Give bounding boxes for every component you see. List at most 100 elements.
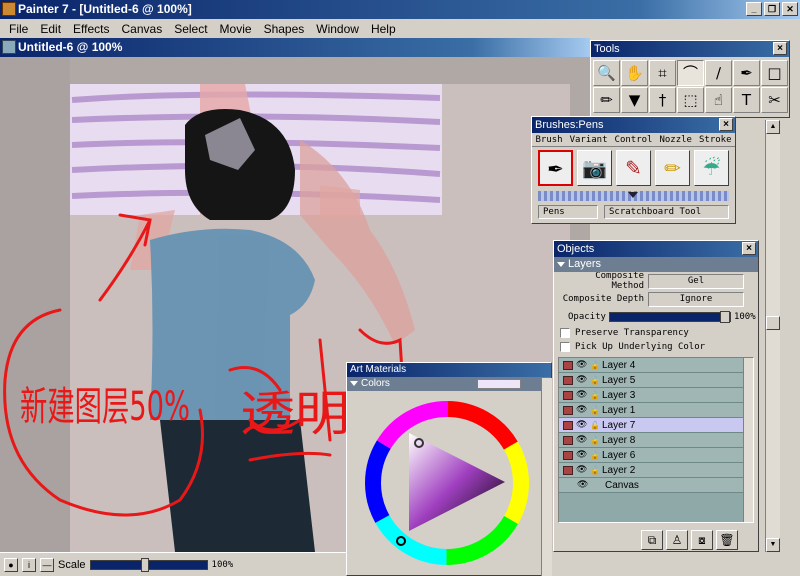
menubar: File Edit Effects Canvas Select Movie Sh… [0, 19, 800, 38]
magnifier-icon[interactable]: 🔍 [593, 60, 620, 86]
lock-icon: 🔓 [590, 375, 600, 385]
menu-canvas[interactable]: Canvas [117, 22, 168, 36]
scroll-up-icon[interactable]: ▲ [766, 120, 780, 134]
tracing-paper-icon[interactable]: — [40, 557, 54, 572]
layer-thumb-icon [563, 420, 573, 430]
saturation-value-triangle [409, 433, 505, 531]
crop-icon[interactable]: ⌗ [649, 60, 676, 86]
composite-depth-select[interactable]: Ignore [648, 291, 744, 307]
new-layer-icon[interactable]: ⧇ [691, 530, 713, 550]
layer-adjuster-icon[interactable]: ☝ [705, 87, 732, 113]
current-variant-name[interactable]: Scratchboard Tool [604, 205, 729, 219]
layer-row[interactable]: 👁 🔓 Layer 2 [559, 463, 753, 478]
delete-layer-icon[interactable]: 🗑 [716, 530, 738, 550]
menu-effects[interactable]: Effects [68, 22, 114, 36]
dropper-icon[interactable]: † [649, 87, 676, 113]
document-vscroll[interactable]: ▲ ▼ [765, 120, 780, 552]
preserve-transparency-checkbox[interactable] [560, 328, 570, 338]
scissors-icon[interactable]: ✂ [761, 87, 788, 113]
menu-edit[interactable]: Edit [35, 22, 66, 36]
layer-thumb-icon [563, 435, 573, 445]
tab-brush[interactable]: Brush [536, 133, 563, 146]
lasso-icon[interactable]: ⌒ [677, 60, 704, 86]
art-materials-scrollbar[interactable] [541, 378, 552, 576]
tab-control[interactable]: Control [615, 133, 653, 146]
rect-select-icon[interactable]: ⬚ [677, 87, 704, 113]
scale-label: Scale [58, 558, 86, 571]
text-icon[interactable]: T [733, 87, 760, 113]
dynamic-plugins-icon[interactable]: ♙ [666, 530, 688, 550]
pick-up-underlying-checkbox[interactable] [560, 342, 570, 352]
rectangle-icon[interactable]: □ [761, 60, 788, 86]
layer-row[interactable]: 👁 🔓 Layer 5 [559, 373, 753, 388]
eye-icon: 👁 [576, 405, 588, 415]
annotation-transparent-text: 透明 [240, 386, 350, 442]
pencil-brush-icon[interactable]: ✏ [655, 150, 690, 186]
lock-icon: 🔓 [590, 465, 600, 475]
brush-icon[interactable]: ∕ [705, 60, 732, 86]
layers-section-header[interactable]: Layers [554, 257, 758, 272]
menu-file[interactable]: File [4, 22, 33, 36]
pick-up-underlying-label: Pick Up Underlying Color [575, 342, 706, 352]
menu-shapes[interactable]: Shapes [259, 22, 310, 36]
current-brush-name[interactable]: Pens [538, 205, 598, 219]
objects-close-button[interactable]: × [742, 242, 756, 255]
hand-shape [320, 185, 360, 220]
layer-row[interactable]: 👁 🔓 Layer 3 [559, 388, 753, 403]
color-wheel[interactable] [349, 391, 545, 571]
layer-list-scrollbar[interactable] [743, 358, 753, 522]
eye-icon: 👁 [576, 465, 588, 475]
layer-row[interactable]: 👁 🔓 Layer 6 [559, 448, 753, 463]
scale-value: 100% [211, 559, 234, 570]
pencil-icon[interactable]: ✏ [593, 87, 620, 113]
layer-thumb-icon [563, 450, 573, 460]
scroll-thumb[interactable] [766, 316, 780, 330]
colors-section-header[interactable]: Colors [347, 377, 551, 391]
art-materials-title: Art Materials [347, 363, 551, 377]
composite-method-select[interactable]: Gel [648, 273, 744, 289]
close-button[interactable]: ✕ [782, 2, 798, 16]
objects-title: Objects × [554, 241, 758, 257]
current-color-swatch[interactable] [477, 379, 521, 389]
grabber-icon[interactable]: ✋ [621, 60, 648, 86]
paper-color-icon[interactable]: ● [4, 557, 18, 572]
layer-row[interactable]: 👁 🔓 Layer 4 [559, 358, 753, 373]
tab-nozzle[interactable]: Nozzle [659, 133, 692, 146]
pen-brush-icon[interactable]: ✒ [538, 150, 574, 186]
composite-depth-label: Composite Depth [562, 294, 644, 304]
tab-stroke[interactable]: Stroke [699, 133, 732, 146]
lock-icon: 🔓 [590, 390, 600, 400]
canvas-layer-row[interactable]: 👁 Canvas [559, 478, 753, 493]
menu-select[interactable]: Select [169, 22, 212, 36]
paint-bucket-icon[interactable]: ▼ [621, 87, 648, 113]
lock-icon: 🔓 [590, 360, 600, 370]
menu-help[interactable]: Help [366, 22, 401, 36]
app-titlebar: Painter 7 - [Untitled-6 @ 100%] _ ❐ ✕ [0, 0, 800, 19]
scroll-down-icon[interactable]: ▼ [766, 538, 780, 552]
layer-commands-icon[interactable]: ⧉ [641, 530, 663, 550]
minimize-button[interactable]: _ [746, 2, 762, 16]
layer-row[interactable]: 👁 🔓 Layer 1 [559, 403, 753, 418]
scale-slider[interactable] [89, 557, 208, 572]
layer-thumb-icon [563, 465, 573, 475]
eye-icon: 👁 [576, 360, 588, 370]
opacity-slider[interactable] [608, 311, 731, 323]
water-jar-icon[interactable]: ☔ [694, 150, 729, 186]
brushes-close-button[interactable]: × [719, 118, 733, 131]
pen-icon[interactable]: ✒ [733, 60, 760, 86]
camera-brush-icon[interactable]: 📷 [577, 150, 613, 186]
menu-window[interactable]: Window [311, 22, 364, 36]
tools-close-button[interactable]: × [773, 42, 787, 55]
preserve-transparency-label: Preserve Transparency [575, 328, 689, 338]
brush-strip[interactable] [538, 191, 729, 201]
restore-button[interactable]: ❐ [764, 2, 780, 16]
document-titlebar: Untitled-6 @ 100% [0, 38, 590, 57]
layer-row-selected[interactable]: 👁 🔓 Layer 7 [559, 418, 753, 433]
info-icon[interactable]: i [22, 557, 36, 572]
layer-row[interactable]: 👁 🔓 Layer 8 [559, 433, 753, 448]
tab-variant[interactable]: Variant [570, 133, 608, 146]
document-title: Untitled-6 @ 100% [18, 40, 123, 54]
felt-pen-icon[interactable]: ✎ [616, 150, 652, 186]
opacity-value: 100% [733, 312, 756, 322]
menu-movie[interactable]: Movie [215, 22, 257, 36]
